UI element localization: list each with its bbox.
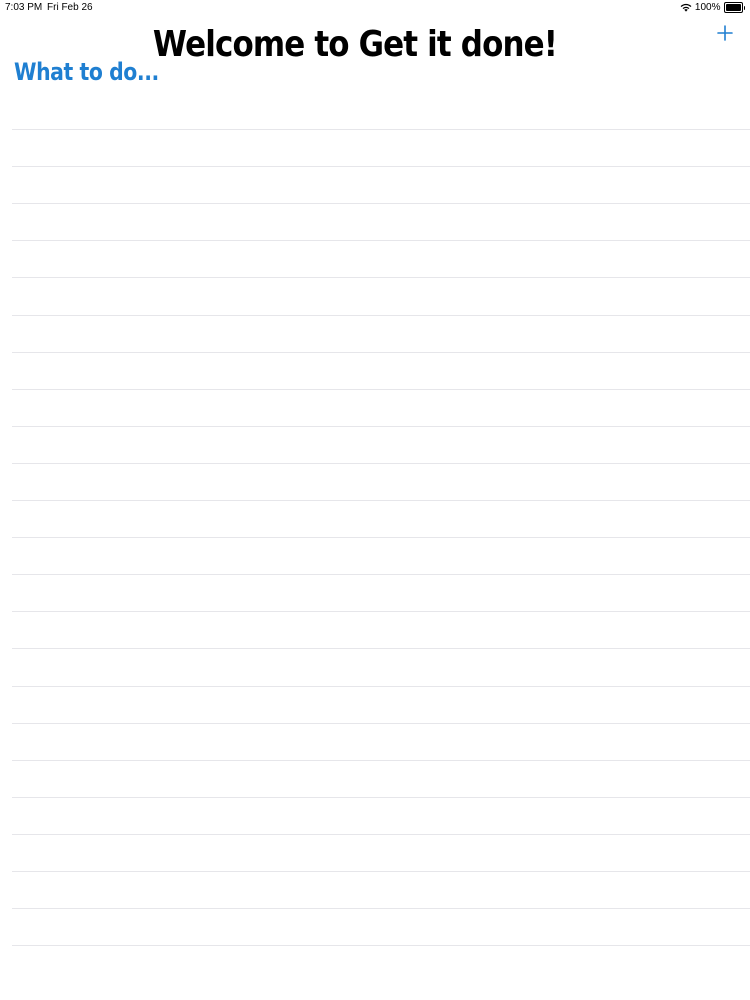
status-time: 7:03 PM	[5, 2, 43, 13]
table-row[interactable]	[12, 93, 750, 131]
section-subtitle: What to do...	[14, 58, 159, 86]
table-row[interactable]	[12, 761, 750, 798]
table-row[interactable]	[12, 835, 750, 872]
table-row[interactable]	[12, 427, 750, 464]
table-row[interactable]	[12, 167, 750, 205]
status-bar: 7:03 PM Fri Feb 26 100%	[0, 0, 750, 16]
battery-percentage: 100%	[694, 2, 721, 13]
table-row[interactable]	[12, 687, 750, 724]
table-row[interactable]	[12, 204, 750, 242]
table-row[interactable]	[12, 575, 750, 613]
wifi-icon	[680, 3, 692, 12]
table-row[interactable]	[12, 872, 750, 910]
table-row[interactable]	[12, 612, 750, 650]
table-row[interactable]	[12, 501, 750, 539]
status-indicators: 100%	[680, 2, 745, 13]
table-row[interactable]	[12, 649, 750, 687]
table-row[interactable]	[12, 316, 750, 353]
table-row[interactable]	[12, 353, 750, 390]
add-button[interactable]	[714, 22, 736, 44]
table-row[interactable]	[12, 538, 750, 576]
table-row[interactable]	[12, 390, 750, 427]
todo-list[interactable]	[12, 93, 750, 947]
table-row[interactable]	[12, 241, 750, 279]
battery-icon	[723, 2, 745, 13]
status-date: Fri Feb 26	[47, 2, 93, 13]
table-row[interactable]	[12, 724, 750, 761]
table-row[interactable]	[12, 278, 750, 316]
table-row[interactable]	[12, 130, 750, 168]
table-row[interactable]	[12, 798, 750, 835]
table-row[interactable]	[12, 909, 750, 947]
plus-icon	[717, 25, 733, 41]
battery-fill	[725, 4, 741, 11]
table-row[interactable]	[12, 464, 750, 502]
